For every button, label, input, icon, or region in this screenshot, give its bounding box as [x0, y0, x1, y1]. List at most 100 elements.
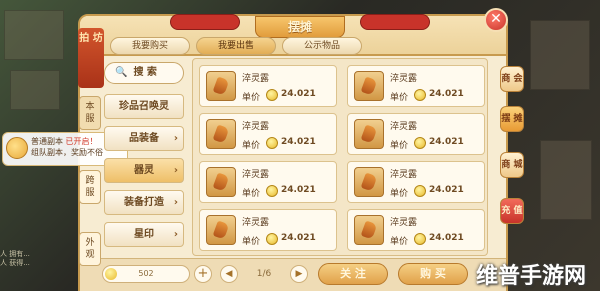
price-label: 单价 — [242, 93, 261, 103]
item-card[interactable]: 淬灵露单价 24.021 — [199, 113, 337, 155]
chat-avatar — [6, 137, 28, 159]
item-price: 24.021 — [429, 185, 464, 195]
category-item[interactable]: 器灵 › — [104, 158, 184, 183]
item-name: 淬灵露 — [390, 122, 418, 132]
tab-local-server[interactable]: 本 服 — [79, 96, 101, 130]
category-label: 品装备 — [129, 133, 159, 144]
coin-icon — [266, 137, 278, 149]
category-list: 珍品召唤灵 品装备 › 器灵 › 装备打造 › 星印 › — [104, 94, 184, 254]
bg-building — [530, 20, 590, 90]
item-price: 24.021 — [281, 233, 316, 243]
price-label: 单价 — [242, 237, 261, 247]
potion-icon — [354, 119, 384, 149]
item-card[interactable]: 淬灵露 单价 24.021 — [347, 161, 485, 203]
search-button[interactable]: 🔍 搜 索 — [104, 62, 184, 84]
price-label: 单价 — [390, 141, 409, 151]
decorative-scroll — [360, 14, 430, 30]
coin-icon — [414, 137, 426, 149]
item-card[interactable]: 淬灵露单价 24.021 — [199, 209, 337, 251]
potion-icon — [206, 71, 236, 101]
tab-trade-guild[interactable]: 商 会 — [500, 66, 524, 92]
tab-buy[interactable]: 我要购买 — [110, 37, 190, 55]
category-label: 器灵 — [134, 165, 154, 176]
bg-building — [540, 140, 592, 220]
tab-sell[interactable]: 我要出售 — [196, 37, 276, 55]
item-price: 24.021 — [281, 185, 316, 195]
price-label: 单价 — [390, 189, 409, 199]
tab-cross-server[interactable]: 跨 服 — [79, 170, 101, 204]
chevron-right-icon: › — [173, 229, 178, 240]
bg-building — [4, 10, 64, 60]
bottom-bar: 502 + ◀ 1/6 ▶ 关 注 购 买 — [80, 258, 506, 291]
item-name: 淬灵露 — [390, 74, 418, 84]
price-label: 单价 — [242, 141, 261, 151]
tab-mall[interactable]: 商 城 — [500, 152, 524, 178]
potion-icon — [354, 167, 384, 197]
price-label: 单价 — [242, 189, 261, 199]
item-name: 淬灵露 — [242, 122, 270, 132]
item-price: 24.021 — [429, 137, 464, 147]
coin-icon — [414, 185, 426, 197]
item-name: 淬灵露 — [242, 218, 270, 228]
search-label: 搜 索 — [133, 67, 157, 78]
item-card[interactable]: 淬灵露单价 24.021 — [347, 209, 485, 251]
currency-display: 502 — [102, 265, 190, 283]
coin-icon — [266, 233, 278, 245]
item-name: 淬灵露 — [390, 218, 418, 228]
chat-log-line: 人 拥有... — [0, 250, 30, 258]
tab-appearance[interactable]: 外 观 — [79, 232, 101, 266]
item-price: 24.021 — [429, 89, 464, 99]
potion-icon — [206, 215, 236, 245]
price-label: 单价 — [390, 237, 409, 247]
category-label: 装备打造 — [124, 197, 164, 208]
item-name: 淬灵露 — [242, 74, 270, 84]
buy-button[interactable]: 购 买 — [398, 263, 468, 285]
currency-value: 502 — [138, 269, 154, 278]
item-card[interactable]: 淬灵露单价 24.021 — [199, 161, 337, 203]
item-price: 24.021 — [281, 137, 316, 147]
category-item[interactable]: 珍品召唤灵 — [104, 94, 184, 119]
item-card[interactable]: 淬灵露单价 24.021 — [347, 65, 485, 107]
item-grid: 淬灵露 单价 24.021 淬灵露 单价 24.021 淬灵露 单价 24.021 淬灵露 单价 24… — [192, 58, 488, 256]
page-indicator: 1/6 — [256, 269, 272, 279]
decorative-scroll — [170, 14, 240, 30]
tab-public-items[interactable]: 公示物品 — [282, 37, 362, 55]
chevron-right-icon: › — [173, 165, 178, 176]
item-price: 24.021 — [281, 89, 316, 99]
potion-icon — [354, 71, 384, 101]
close-button[interactable]: ✕ — [484, 8, 508, 32]
market-ribbon: 拍 坊 — [78, 28, 104, 88]
watermark: 维普手游网 — [476, 264, 587, 289]
item-price: 24.021 — [429, 233, 464, 243]
item-name: 淬灵露 — [242, 170, 270, 180]
category-item[interactable]: 装备打造 › — [104, 190, 184, 215]
tab-recharge[interactable]: 充 值 — [500, 198, 524, 224]
add-currency-button[interactable]: + — [194, 265, 212, 283]
coin-icon — [414, 233, 426, 245]
coin-icon — [414, 89, 426, 101]
top-tabs: 我要购买 我要出售 公示物品 — [110, 37, 362, 55]
price-label: 单价 — [390, 93, 409, 103]
prev-page-button[interactable]: ◀ — [220, 265, 238, 283]
tab-stall[interactable]: 摆 摊 — [500, 106, 524, 132]
panel-title: 摆摊 — [255, 16, 345, 38]
category-item[interactable]: 星印 › — [104, 222, 184, 247]
bg-building — [10, 70, 60, 110]
item-card[interactable]: 淬灵露单价 24.021 — [347, 113, 485, 155]
coin-icon — [266, 89, 278, 101]
item-card[interactable]: 淬灵露单价 24.021 — [199, 65, 337, 107]
category-item[interactable]: 品装备 › — [104, 126, 184, 151]
panel-header: 摆摊 我要购买 我要出售 公示物品 — [80, 14, 506, 56]
search-icon: 🔍 — [115, 67, 128, 78]
category-label: 星印 — [134, 229, 154, 240]
chat-highlight: 已开启！ — [65, 137, 98, 146]
coin-icon — [105, 268, 117, 280]
chat-log-line: 人 获得... — [0, 259, 30, 267]
follow-button[interactable]: 关 注 — [318, 263, 388, 285]
potion-icon — [206, 119, 236, 149]
potion-icon — [354, 215, 384, 245]
category-label: 珍品召唤灵 — [119, 101, 169, 112]
chat-log: 人 拥有... 人 获得... — [0, 250, 30, 268]
chat-text: 普通副本 — [31, 137, 63, 146]
next-page-button[interactable]: ▶ — [290, 265, 308, 283]
